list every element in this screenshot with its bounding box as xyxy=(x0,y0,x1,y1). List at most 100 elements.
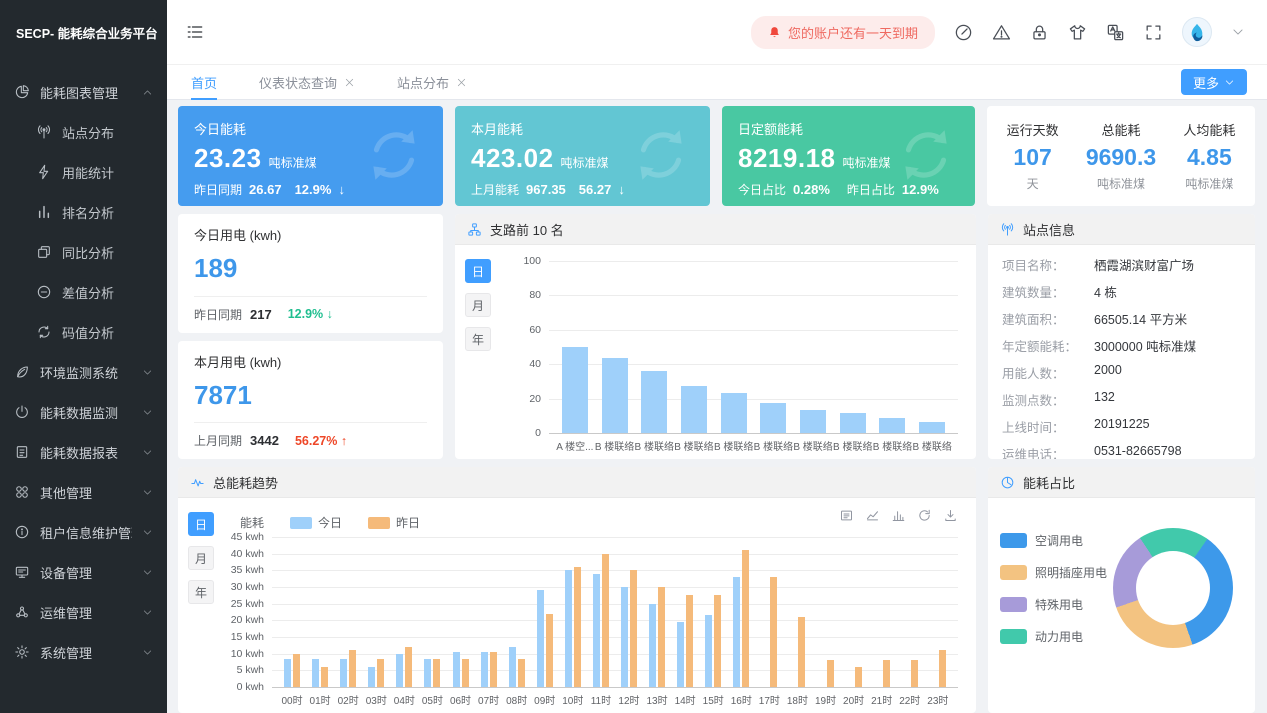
x-axis-label: 05时 xyxy=(418,692,446,707)
chevron-down-icon xyxy=(142,487,153,498)
stat-item: 人均能耗4.85吨标准煤 xyxy=(1183,120,1235,192)
antenna-icon xyxy=(1000,222,1015,237)
sidebar-item-energy-data-reports[interactable]: 能耗数据报表 xyxy=(0,432,167,472)
bar-group xyxy=(811,537,839,687)
stat-value: 4.85 xyxy=(1183,144,1235,171)
close-icon[interactable] xyxy=(456,77,467,88)
period-toggle-day[interactable]: 日 xyxy=(188,512,214,536)
tab-label: 首页 xyxy=(191,73,217,92)
kpi-value: 8219.18 xyxy=(738,143,835,174)
dashboard-gauge-icon[interactable] xyxy=(954,23,973,42)
bar xyxy=(911,660,918,687)
tab-meter-status-query[interactable]: 仪表状态查询 xyxy=(259,65,355,99)
bar xyxy=(321,667,328,687)
legend-item[interactable]: 动力用电 xyxy=(1000,628,1107,645)
branch-plot: 100806040200 xyxy=(549,261,958,434)
lightning-icon xyxy=(36,164,52,180)
bar xyxy=(368,667,375,687)
sidebar-item-tenant-info-mgmt[interactable]: 租户信息维护管理 xyxy=(0,512,167,552)
bar xyxy=(649,604,656,687)
card-title: 今日用电 (kwh) xyxy=(194,225,427,244)
period-toggle-year[interactable]: 年 xyxy=(465,327,491,351)
loop-arrows-icon xyxy=(36,324,52,340)
sidebar-item-energy-data-monitoring[interactable]: 能耗数据监测 xyxy=(0,392,167,432)
period-toggle-month[interactable]: 月 xyxy=(188,546,214,570)
x-axis-label: 23时 xyxy=(924,692,952,707)
down-arrow: ↓ xyxy=(338,182,345,197)
bar-group xyxy=(643,537,671,687)
chevron-down-icon[interactable] xyxy=(1231,25,1245,39)
x-axis-label: 09时 xyxy=(531,692,559,707)
sidebar-item-energy-chart-mgmt[interactable]: 能耗图表管理 xyxy=(0,72,167,112)
energy-share-donut xyxy=(1113,528,1233,648)
tab-home[interactable]: 首页 xyxy=(191,65,217,99)
more-button[interactable]: 更多 xyxy=(1181,69,1247,95)
site-info-label: 用能人数： xyxy=(1002,363,1094,382)
sidebar-item-device-mgmt[interactable]: 设备管理 xyxy=(0,552,167,592)
restore-icon[interactable] xyxy=(917,508,932,523)
bar-group xyxy=(446,537,474,687)
period-toggle-year[interactable]: 年 xyxy=(188,580,214,604)
x-axis-label: 20时 xyxy=(840,692,868,707)
bar-column xyxy=(754,261,794,433)
sidebar-item-other-mgmt[interactable]: 其他管理 xyxy=(0,472,167,512)
pulse-icon xyxy=(190,475,205,490)
fullscreen-icon[interactable] xyxy=(1144,23,1163,42)
bar xyxy=(490,652,497,687)
legend-item[interactable]: 特殊用电 xyxy=(1000,596,1107,613)
kpi-row: 今日能耗 23.23 吨标准煤 昨日同期 26.67 12.9% ↓ 本月能耗 xyxy=(178,106,1255,206)
site-info-row: 上线时间：20191225 xyxy=(1002,413,1241,440)
legend-item[interactable]: 空调用电 xyxy=(1000,532,1107,549)
line-chart-icon[interactable] xyxy=(865,508,880,523)
legend-item[interactable]: 照明插座用电 xyxy=(1000,564,1107,581)
bar xyxy=(798,617,805,687)
branch-top10-panel: 支路前 10 名 日月年 100806040200 A 楼空...B 楼联络B … xyxy=(455,214,976,459)
period-toggle-month[interactable]: 月 xyxy=(465,293,491,317)
avatar[interactable] xyxy=(1182,17,1212,47)
close-icon[interactable] xyxy=(344,77,355,88)
legend-item[interactable]: 昨日 xyxy=(368,514,420,531)
card-sub-value: 217 xyxy=(250,307,272,322)
card-sub-label: 上月同期 xyxy=(194,432,242,449)
sidebar-subitem-code-value-analysis[interactable]: 码值分析 xyxy=(0,312,167,352)
data-view-icon[interactable] xyxy=(839,508,854,523)
y-axis-tick: 0 kwh xyxy=(237,681,264,693)
period-toggle-day[interactable]: 日 xyxy=(465,259,491,283)
kpi-value: 423.02 xyxy=(471,143,554,174)
collapse-menu-icon[interactable] xyxy=(185,22,205,42)
sidebar-subitem-yoy-analysis[interactable]: 同比分析 xyxy=(0,232,167,272)
legend-item[interactable]: 今日 xyxy=(290,514,342,531)
download-icon[interactable] xyxy=(943,508,958,523)
sidebar-subitem-site-distribution[interactable]: 站点分布 xyxy=(0,112,167,152)
minus-circle-icon xyxy=(36,284,52,300)
bar-column xyxy=(674,261,714,433)
bar-chart-icon[interactable] xyxy=(891,508,906,523)
card-sub-label: 昨日同期 xyxy=(194,306,242,323)
kpi-sub-value: 26.67 xyxy=(249,182,282,197)
kpi-sub-value: 0.28% xyxy=(793,182,830,197)
panel-title: 能耗占比 xyxy=(1023,473,1075,492)
theme-shirt-icon[interactable] xyxy=(1068,23,1087,42)
sidebar-item-label: 租户信息维护管理 xyxy=(40,523,132,542)
branch-period-toggles: 日月年 xyxy=(463,255,495,453)
sidebar-subitem-energy-usage-stats[interactable]: 用能统计 xyxy=(0,152,167,192)
kpi-sub-label: 上月能耗 xyxy=(471,181,519,198)
y-axis-tick: 45 kwh xyxy=(231,531,264,543)
x-axis-label: 04时 xyxy=(390,692,418,707)
sidebar-item-system-mgmt[interactable]: 系统管理 xyxy=(0,632,167,672)
y-axis-tick: 40 kwh xyxy=(231,548,264,560)
lock-icon[interactable] xyxy=(1030,23,1049,42)
legend-swatch xyxy=(290,517,312,529)
tab-site-distribution[interactable]: 站点分布 xyxy=(397,65,467,99)
topbar: 您的账户还有一天到期 xyxy=(167,0,1267,64)
account-expiry-notice[interactable]: 您的账户还有一天到期 xyxy=(751,16,935,49)
sidebar-subitem-difference-analysis[interactable]: 差值分析 xyxy=(0,272,167,312)
bar xyxy=(681,386,707,433)
sidebar-item-environment-monitoring[interactable]: 环境监测系统 xyxy=(0,352,167,392)
sidebar-item-ops-mgmt[interactable]: 运维管理 xyxy=(0,592,167,632)
bar xyxy=(641,371,667,433)
warning-triangle-icon[interactable] xyxy=(992,23,1011,42)
energy-share-panel: 能耗占比 空调用电照明插座用电特殊用电动力用电 xyxy=(988,467,1255,713)
translate-icon[interactable] xyxy=(1106,23,1125,42)
sidebar-subitem-ranking-analysis[interactable]: 排名分析 xyxy=(0,192,167,232)
